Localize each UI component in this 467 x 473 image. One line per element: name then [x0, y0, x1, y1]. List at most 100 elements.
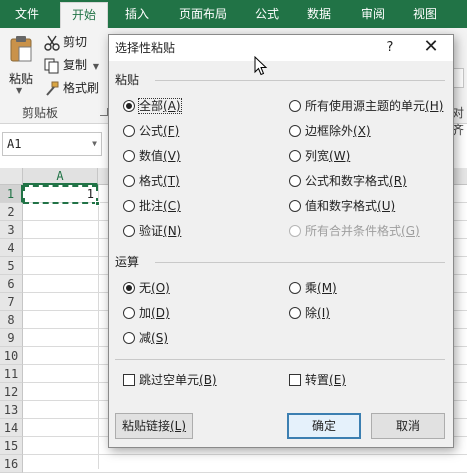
- row-header[interactable]: 12: [0, 383, 23, 401]
- paste-option-radio[interactable]: 数值(V): [123, 147, 181, 165]
- tab-insert[interactable]: 插入: [114, 0, 160, 28]
- scissors-icon: [44, 35, 60, 51]
- tab-data[interactable]: 数据: [296, 0, 342, 28]
- paste-link-key: (L): [169, 419, 187, 433]
- row-header[interactable]: 9: [0, 329, 23, 347]
- row-header[interactable]: 4: [0, 239, 23, 257]
- paste-option-radio[interactable]: 公式(F): [123, 122, 179, 140]
- transpose-checkbox[interactable]: 转置(E): [289, 371, 346, 389]
- paste-option-radio[interactable]: 所有使用源主题的单元(H): [289, 97, 443, 115]
- radio-dot: [289, 199, 301, 212]
- ribbon-tab-bar: 文件 开始 插入 页面布局 公式 数据 审阅 视图: [0, 0, 467, 28]
- radio-text: 除: [305, 306, 318, 320]
- radio-dot: [289, 281, 301, 294]
- column-header-a[interactable]: A: [23, 168, 98, 185]
- radio-dot: [289, 174, 301, 187]
- row-header[interactable]: 15: [0, 437, 23, 455]
- chevron-down-icon[interactable]: ▼: [92, 133, 97, 155]
- help-button[interactable]: ?: [379, 37, 401, 59]
- paste-option-radio[interactable]: 公式和数字格式(R): [289, 172, 407, 190]
- radio-text: 数值: [139, 149, 164, 163]
- operation-label: 加(D): [139, 306, 170, 320]
- tab-home[interactable]: 开始: [60, 2, 108, 28]
- clipboard-icon: [10, 36, 32, 62]
- select-all-corner[interactable]: [0, 168, 23, 185]
- paste-option-label: 边框除外(X): [305, 124, 371, 138]
- section-divider: [155, 80, 445, 81]
- paste-option-radio[interactable]: 格式(T): [123, 172, 180, 190]
- cell-a1[interactable]: 1: [23, 185, 98, 204]
- chevron-down-icon[interactable]: ▼: [16, 86, 22, 95]
- row-header[interactable]: 6: [0, 275, 23, 293]
- cut-button[interactable]: 剪切: [44, 32, 87, 52]
- fill-handle[interactable]: [95, 201, 100, 206]
- radio-dot: [289, 306, 301, 319]
- close-button[interactable]: ✕: [417, 37, 445, 59]
- paste-option-radio[interactable]: 值和数字格式(U): [289, 197, 395, 215]
- row-header[interactable]: 14: [0, 419, 23, 437]
- row-header[interactable]: 16: [0, 455, 23, 473]
- transpose-key: (E): [329, 373, 346, 387]
- paste-link-label: 粘贴链接: [121, 419, 170, 433]
- paste-option-radio[interactable]: 验证(N): [123, 222, 181, 240]
- tab-view[interactable]: 视图: [402, 0, 448, 28]
- paste-option-radio[interactable]: 批注(C): [123, 197, 181, 215]
- row-header[interactable]: 1: [0, 185, 23, 203]
- cancel-button[interactable]: 取消: [371, 413, 445, 439]
- paste-button[interactable]: 粘贴 ▼: [4, 34, 38, 98]
- radio-accelerator-key: (W): [329, 149, 351, 163]
- operation-radio[interactable]: 无(O): [123, 279, 170, 297]
- radio-accelerator-key: (R): [389, 174, 407, 188]
- mouse-pointer-icon: [254, 56, 268, 76]
- dialog-launcher-icon[interactable]: [100, 108, 108, 116]
- tab-formulas[interactable]: 公式: [244, 0, 290, 28]
- paste-link-button[interactable]: 粘贴链接(L): [115, 413, 193, 439]
- paste-option-radio[interactable]: 列宽(W): [289, 147, 350, 165]
- operation-radio[interactable]: 乘(M): [289, 279, 337, 297]
- operation-radio[interactable]: 除(I): [289, 304, 330, 322]
- paste-special-dialog: 选择性粘贴 ? ✕ 粘贴 全部(A) 公式(F) 数值(V) 格式(T) 批注(C) 验证…: [108, 34, 454, 448]
- skip-blanks-checkbox[interactable]: 跳过空单元(B): [123, 371, 217, 389]
- radio-accelerator-key: (V): [163, 149, 181, 163]
- copy-icon: [44, 58, 59, 73]
- paste-option-radio[interactable]: 边框除外(X): [289, 122, 371, 140]
- radio-accelerator-key: (T): [163, 174, 180, 188]
- paste-option-label: 公式(F): [139, 124, 179, 138]
- paste-section-label: 粘贴: [115, 73, 140, 87]
- paste-option-radio[interactable]: 全部(A): [123, 97, 182, 115]
- name-box[interactable]: A1 ▼: [2, 132, 102, 156]
- row-header[interactable]: 11: [0, 365, 23, 383]
- chevron-down-icon[interactable]: ▼: [93, 62, 99, 71]
- row-header[interactable]: 3: [0, 221, 23, 239]
- row-header[interactable]: 7: [0, 293, 23, 311]
- tab-file[interactable]: 文件: [0, 0, 54, 28]
- ok-button[interactable]: 确定: [287, 413, 361, 439]
- dialog-titlebar[interactable]: 选择性粘贴 ? ✕: [109, 35, 453, 61]
- radio-text: 所有合并条件格式: [305, 224, 402, 238]
- clipboard-group-label: 剪贴板: [22, 106, 59, 120]
- radio-text: 验证: [139, 224, 164, 238]
- radio-text: 全部: [139, 99, 164, 113]
- row-header[interactable]: 2: [0, 203, 23, 221]
- radio-accelerator-key: (D): [151, 306, 170, 320]
- checkbox-box: [123, 373, 135, 386]
- operation-radio[interactable]: 加(D): [123, 304, 170, 322]
- operation-label: 除(I): [305, 306, 330, 320]
- radio-text: 值和数字格式: [305, 199, 378, 213]
- tab-review[interactable]: 审阅: [350, 0, 396, 28]
- row-header[interactable]: 8: [0, 311, 23, 329]
- radio-dot: [123, 99, 135, 112]
- tab-page-layout[interactable]: 页面布局: [168, 0, 238, 28]
- row-header[interactable]: 10: [0, 347, 23, 365]
- row-header[interactable]: 13: [0, 401, 23, 419]
- copy-button[interactable]: 复制 ▼: [44, 55, 99, 75]
- paste-option-radio[interactable]: 所有合并条件格式(G): [289, 222, 420, 240]
- radio-text: 批注: [139, 199, 164, 213]
- format-painter-button[interactable]: 格式刷: [44, 78, 99, 98]
- paste-option-label: 所有合并条件格式(G): [305, 224, 420, 238]
- operation-radio[interactable]: 减(S): [123, 329, 168, 347]
- row-header[interactable]: 5: [0, 257, 23, 275]
- copy-label: 复制: [63, 58, 88, 72]
- radio-accelerator-key: (U): [377, 199, 396, 213]
- section-divider: [155, 262, 445, 263]
